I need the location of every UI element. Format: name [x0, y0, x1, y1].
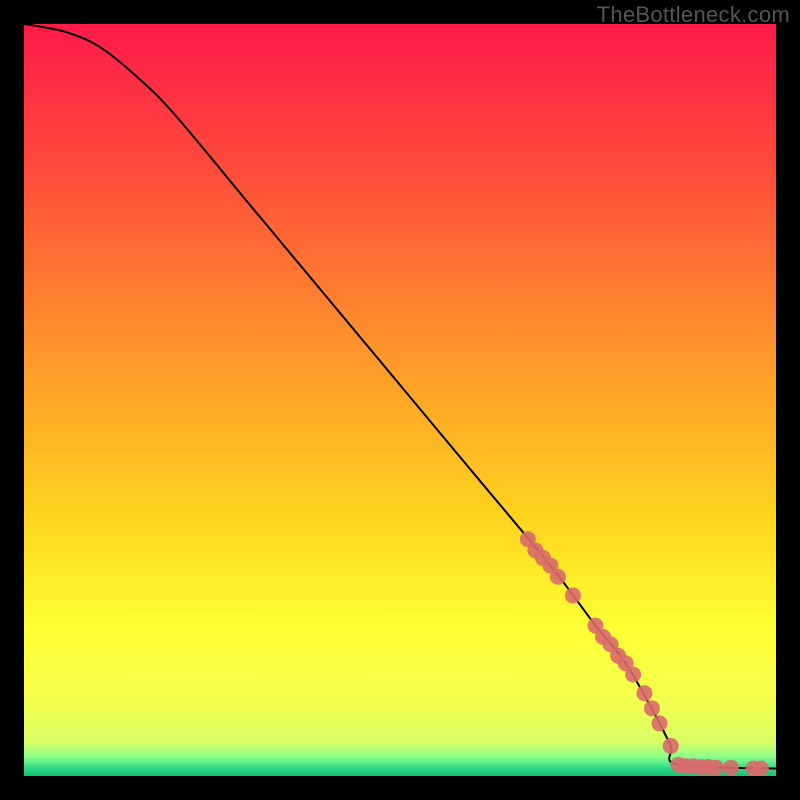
scatter-point: [663, 738, 679, 754]
scatter-point: [753, 760, 769, 776]
plot-area: [24, 24, 776, 776]
scatter-point: [644, 700, 660, 716]
scatter-point: [708, 760, 724, 776]
scatter-point: [723, 760, 739, 776]
chart-svg: [24, 24, 776, 776]
scatter-point: [651, 715, 667, 731]
scatter-point: [550, 569, 566, 585]
scatter-point: [565, 588, 581, 604]
scatter-point: [636, 685, 652, 701]
gradient-background: [24, 24, 776, 776]
scatter-point: [625, 666, 641, 682]
chart-frame: TheBottleneck.com: [0, 0, 800, 800]
watermark-text: TheBottleneck.com: [597, 2, 790, 28]
